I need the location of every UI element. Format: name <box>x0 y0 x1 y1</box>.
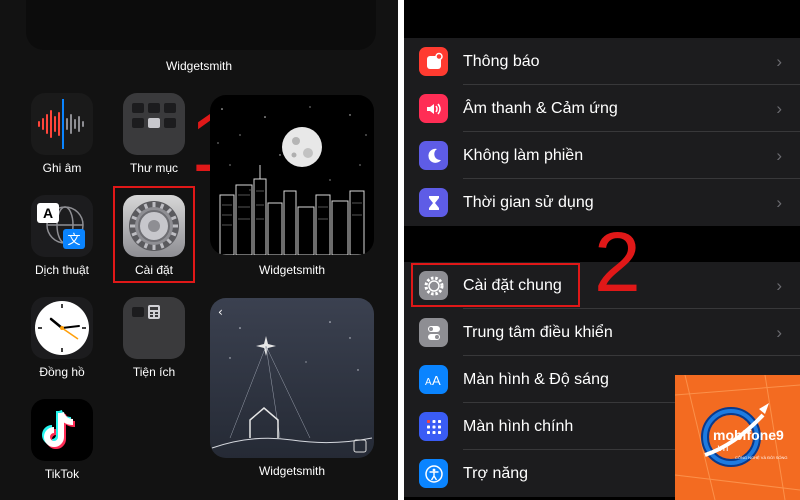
text-size-icon: AA <box>419 365 448 394</box>
app-utilities[interactable]: Tiện ích <box>117 297 191 379</box>
brand-domain: .vn <box>715 443 729 454</box>
step-number-2: 2 <box>594 215 641 309</box>
settings-row-label: Trung tâm điều khiển <box>463 324 613 341</box>
widget-label: Widgetsmith <box>258 263 326 277</box>
highlight-settings-app <box>113 186 195 283</box>
folder-icon <box>123 93 185 155</box>
widgetsmith-moon-widget[interactable] <box>210 95 374 255</box>
translate-icon: A 文 <box>31 195 93 257</box>
app-label: Tiện ích <box>132 365 176 379</box>
accessibility-icon <box>419 459 448 488</box>
settings-row-label: Không làm phiền <box>463 147 584 164</box>
voice-memos-icon <box>31 93 93 155</box>
brand-tagline: CÔNG NGHỆ VÀ ĐỜI SỐNG <box>735 455 788 460</box>
highlight-general-row <box>411 263 580 307</box>
app-folder[interactable]: Thư mục <box>117 93 191 175</box>
chevron-right-icon: › <box>776 146 782 165</box>
settings-row-label: Màn hình & Độ sáng <box>463 371 609 388</box>
svg-text:A: A <box>43 205 53 221</box>
moon-icon <box>419 141 448 170</box>
home-grid-icon <box>419 412 448 441</box>
settings-row-do-not-disturb[interactable]: Không làm phiền › <box>404 132 800 179</box>
hourglass-icon <box>419 188 448 217</box>
app-label: Đồng hồ <box>39 365 85 379</box>
app-translate[interactable]: A 文 Dịch thuật <box>25 195 99 277</box>
app-label: Ghi âm <box>42 161 82 175</box>
toggles-icon <box>419 318 448 347</box>
chevron-right-icon: › <box>776 99 782 118</box>
settings-row-label: Trợ năng <box>463 465 529 482</box>
app-label: Dịch thuật <box>34 263 90 277</box>
svg-text:A: A <box>432 373 441 388</box>
settings-row-label: Thời gian sử dụng <box>463 194 594 211</box>
speaker-icon <box>419 94 448 123</box>
chevron-right-icon: › <box>776 323 782 342</box>
widget-label: Widgetsmith <box>258 464 326 478</box>
chevron-right-icon: › <box>776 52 782 71</box>
chevron-right-icon: › <box>776 193 782 212</box>
top-widget[interactable] <box>26 0 376 50</box>
top-widget-label: Widgetsmith <box>165 59 233 73</box>
settings-row-label: Thông báo <box>463 53 540 70</box>
mobifone9-watermark: mobifone9 .vn CÔNG NGHỆ VÀ ĐỜI SỐNG <box>675 375 800 500</box>
svg-text:A: A <box>425 377 432 388</box>
notification-icon <box>419 47 448 76</box>
utilities-folder-icon <box>123 297 185 359</box>
widgetsmith-nativity-widget[interactable]: ‹ <box>210 298 374 458</box>
settings-screen: Thông báo › Âm thanh & Cảm ứng › Không l… <box>404 0 800 500</box>
app-label: TikTok <box>44 467 80 481</box>
app-label: Thư mục <box>129 161 179 175</box>
app-tiktok[interactable]: TikTok <box>25 399 99 481</box>
tiktok-icon <box>31 399 93 461</box>
settings-row-control-center[interactable]: Trung tâm điều khiển › <box>404 309 800 356</box>
brand-name: mobifone9 <box>713 427 784 443</box>
svg-text:‹: ‹ <box>218 305 223 319</box>
clock-icon <box>31 297 93 359</box>
app-voice-memos[interactable]: Ghi âm <box>25 93 99 175</box>
app-clock[interactable]: Đồng hồ <box>25 297 99 379</box>
home-screen: Widgetsmith Ghi âm Thư mục A 文 Dịch thuậ… <box>0 0 398 500</box>
svg-text:文: 文 <box>67 233 80 248</box>
settings-row-label: Âm thanh & Cảm ứng <box>463 100 618 117</box>
chevron-right-icon: › <box>776 276 782 295</box>
settings-group-1: Thông báo › Âm thanh & Cảm ứng › Không l… <box>404 38 800 226</box>
settings-row-label: Màn hình chính <box>463 418 574 435</box>
settings-row-sounds[interactable]: Âm thanh & Cảm ứng › <box>404 85 800 132</box>
settings-row-notifications[interactable]: Thông báo › <box>404 38 800 85</box>
